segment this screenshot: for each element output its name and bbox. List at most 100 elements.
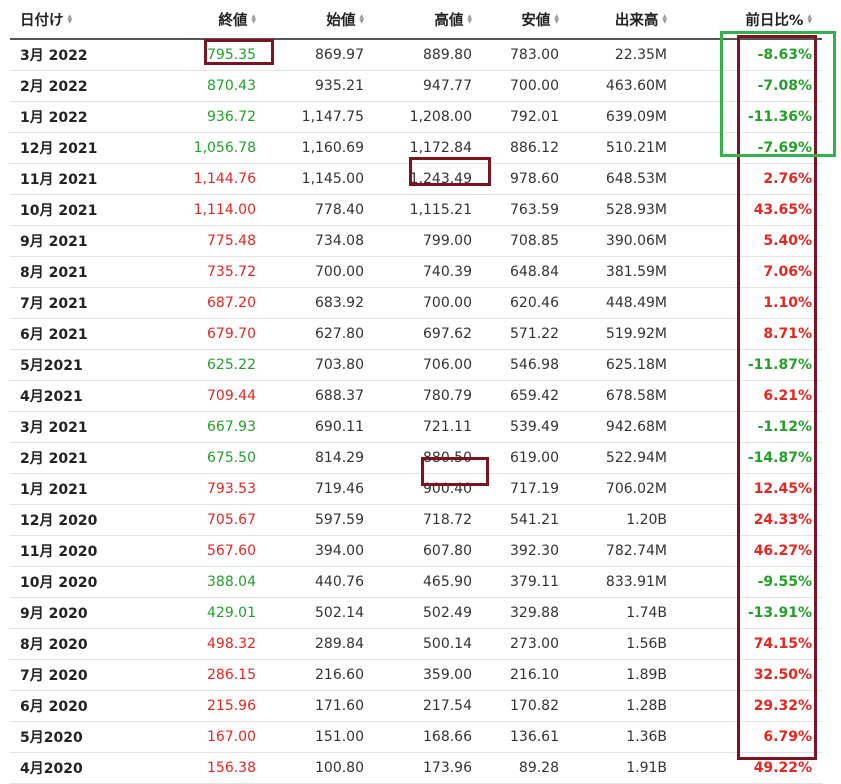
highlight-box-close-mar-2022 [204, 39, 274, 65]
cell-open: 1,147.75 [301, 109, 364, 125]
cell-low: 620.46 [510, 295, 559, 311]
cell-open: 683.92 [315, 295, 364, 311]
cell-volume: 22.35M [614, 47, 667, 63]
stock-history-table: 日付け ▲ ▼ 終値 ▲ ▼ 始値 ▲ ▼ 高値 ▲ ▼ 安値 ▲ ▼ 出来高 ▲ ▼ 前日… [10, 0, 822, 784]
column-header-close[interactable]: 終値 ▲ ▼ [122, 9, 264, 30]
column-header-high[interactable]: 高値 ▲ ▼ [372, 9, 480, 30]
cell-date: 1月 2022 [20, 110, 88, 126]
cell-open: 394.00 [315, 543, 364, 559]
cell-close: 567.60 [207, 543, 256, 559]
cell-volume: 1.56B [626, 636, 667, 652]
table-row: 4月2021 709.44 688.37 780.79 659.42 678.58M 6.2… [10, 381, 822, 412]
table-row: 9月 2021 775.48 734.08 799.00 708.85 390.06M 5.… [10, 226, 822, 257]
cell-high: 721.11 [423, 419, 472, 435]
table-row: 2月 2022 870.43 935.21 947.77 700.00 463.60M -7… [10, 71, 822, 102]
cell-low: 763.59 [510, 202, 559, 218]
cell-open: 700.00 [315, 264, 364, 280]
cell-date: 5月2021 [20, 358, 83, 374]
cell-open: 151.00 [315, 729, 364, 745]
cell-low: 379.11 [510, 574, 559, 590]
table-row: 7月 2020 286.15 216.60 359.00 216.10 1.89B 32.5… [10, 660, 822, 691]
cell-date: 11月 2020 [20, 544, 98, 560]
cell-close: 679.70 [207, 326, 256, 342]
table-row: 8月 2020 498.32 289.84 500.14 273.00 1.56B 74.1… [10, 629, 822, 660]
cell-close: 775.48 [207, 233, 256, 249]
cell-open: 171.60 [315, 698, 364, 714]
cell-low: 659.42 [510, 388, 559, 404]
cell-date: 9月 2020 [20, 606, 88, 622]
cell-volume: 678.58M [605, 388, 667, 404]
cell-volume: 519.92M [605, 326, 667, 342]
cell-volume: 510.21M [605, 140, 667, 156]
cell-low: 700.00 [510, 78, 559, 94]
table-row: 10月 2021 1,114.00 778.40 1,115.21 763.59 528.… [10, 195, 822, 226]
sort-icon[interactable]: ▲ ▼ [68, 14, 73, 25]
cell-low: 571.22 [510, 326, 559, 342]
table-row: 2月 2021 675.50 814.29 880.50 619.00 522.94M -1… [10, 443, 822, 474]
cell-date: 11月 2021 [20, 172, 98, 188]
sort-icon[interactable]: ▲ ▼ [467, 14, 472, 25]
cell-volume: 942.68M [605, 419, 667, 435]
cell-volume: 522.94M [605, 450, 667, 466]
cell-close: 675.50 [207, 450, 256, 466]
column-header-low[interactable]: 安値 ▲ ▼ [480, 9, 567, 30]
sort-icon[interactable]: ▲ ▼ [554, 14, 559, 25]
column-header-date[interactable]: 日付け ▲ ▼ [10, 9, 122, 30]
table-row: 4月2020 156.38 100.80 173.96 89.28 1.91B 49.22% [10, 753, 822, 784]
cell-low: 89.28 [518, 760, 559, 776]
cell-close: 286.15 [207, 667, 256, 683]
cell-close: 1,056.78 [193, 140, 256, 156]
table-row: 9月 2020 429.01 502.14 502.49 329.88 1.74B -13.… [10, 598, 822, 629]
cell-low: 648.84 [510, 264, 559, 280]
cell-date: 10月 2020 [20, 575, 98, 591]
cell-open: 935.21 [315, 78, 364, 94]
cell-high: 1,208.00 [409, 109, 472, 125]
cell-close: 388.04 [207, 574, 256, 590]
cell-date: 10月 2021 [20, 203, 98, 219]
cell-low: 329.88 [510, 605, 559, 621]
column-header-label: 始値 [326, 12, 356, 29]
cell-open: 869.97 [315, 47, 364, 63]
table-row: 11月 2020 567.60 394.00 607.80 392.30 782.74M 4… [10, 536, 822, 567]
sort-icon[interactable]: ▲ ▼ [662, 14, 667, 25]
cell-date: 8月 2020 [20, 637, 88, 653]
cell-high: 780.79 [423, 388, 472, 404]
cell-volume: 463.60M [605, 78, 667, 94]
cell-date: 4月2021 [20, 389, 83, 405]
cell-high: 700.00 [423, 295, 472, 311]
sort-icon[interactable]: ▲ ▼ [807, 14, 812, 25]
highlight-box-negative-changes [720, 31, 836, 157]
cell-close: 709.44 [207, 388, 256, 404]
cell-low: 273.00 [510, 636, 559, 652]
cell-close: 215.96 [207, 698, 256, 714]
table-row: 1月 2022 936.72 1,147.75 1,208.00 792.01 639.0… [10, 102, 822, 133]
table-row: 1月 2021 793.53 719.46 900.40 717.19 706.02M 12… [10, 474, 822, 505]
cell-low: 978.60 [510, 171, 559, 187]
cell-close: 625.22 [207, 357, 256, 373]
cell-volume: 782.74M [605, 543, 667, 559]
cell-close: 1,144.76 [193, 171, 256, 187]
cell-volume: 833.91M [605, 574, 667, 590]
column-header-volume[interactable]: 出来高 ▲ ▼ [567, 9, 675, 30]
cell-low: 539.49 [510, 419, 559, 435]
cell-high: 607.80 [423, 543, 472, 559]
cell-close: 735.72 [207, 264, 256, 280]
cell-close: 870.43 [207, 78, 256, 94]
table-row: 8月 2021 735.72 700.00 740.39 648.84 381.59M 7.… [10, 257, 822, 288]
cell-volume: 448.49M [605, 295, 667, 311]
cell-volume: 1.36B [626, 729, 667, 745]
table-row: 5月2021 625.22 703.80 706.00 546.98 625.18M -11… [10, 350, 822, 381]
cell-low: 717.19 [510, 481, 559, 497]
cell-high: 740.39 [423, 264, 472, 280]
cell-volume: 390.06M [605, 233, 667, 249]
table-header: 日付け ▲ ▼ 終値 ▲ ▼ 始値 ▲ ▼ 高値 ▲ ▼ 安値 ▲ ▼ 出来高 ▲ ▼ 前日… [10, 0, 822, 40]
cell-high: 1,172.84 [409, 140, 472, 156]
column-header-open[interactable]: 始値 ▲ ▼ [264, 9, 372, 30]
sort-icon[interactable]: ▲ ▼ [251, 14, 256, 25]
sort-icon[interactable]: ▲ ▼ [359, 14, 364, 25]
column-header-change[interactable]: 前日比% ▲ ▼ [675, 9, 822, 30]
cell-volume: 1.89B [626, 667, 667, 683]
cell-open: 502.14 [315, 605, 364, 621]
cell-date: 5月2020 [20, 730, 83, 746]
cell-date: 12月 2020 [20, 513, 98, 529]
